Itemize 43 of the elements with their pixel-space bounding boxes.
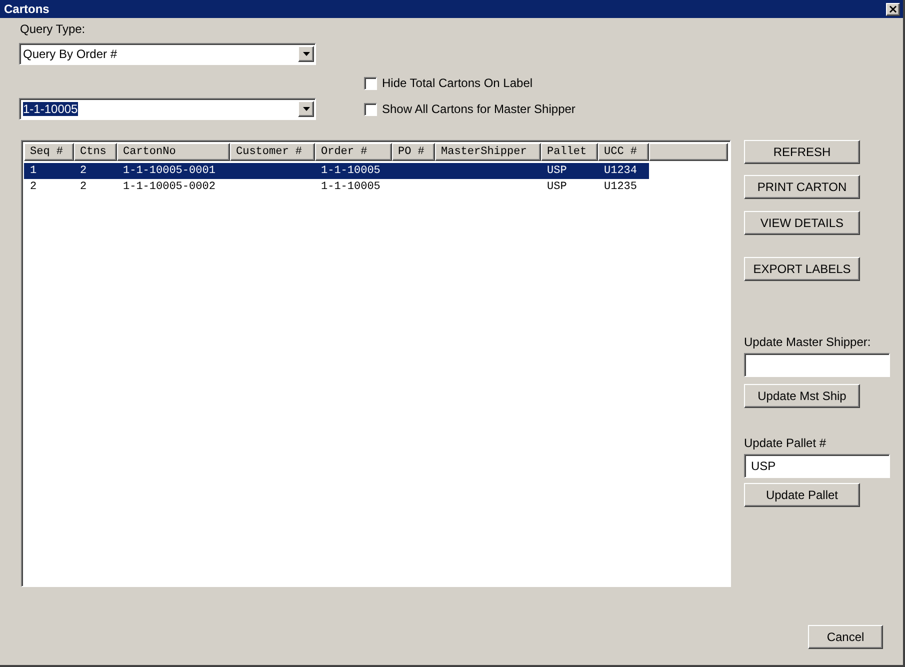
cancel-button[interactable]: Cancel: [808, 625, 883, 649]
view-details-button[interactable]: VIEW DETAILS: [744, 211, 860, 235]
table-cell-text: 2: [29, 181, 38, 193]
pallet-label: Update Pallet #: [744, 436, 828, 450]
table-cell-text: USP: [546, 181, 568, 193]
column-header[interactable]: MasterShipper: [435, 143, 541, 161]
column-header[interactable]: Ctns: [74, 143, 117, 161]
table-cell-text: 1-1-10005-0001: [122, 165, 216, 177]
column-header[interactable]: CartonNo: [117, 143, 230, 161]
column-header[interactable]: Order #: [315, 143, 392, 161]
query-type-label: Query Type:: [20, 22, 86, 36]
master-shipper-label: Update Master Shipper:: [744, 335, 872, 349]
column-header[interactable]: Pallet: [541, 143, 598, 161]
close-button[interactable]: ×: [886, 2, 900, 16]
checkbox-label: Show All Cartons for Master Shipper: [382, 102, 576, 116]
table-cell-text: 2: [79, 165, 88, 177]
table-cell-text: 1-1-10005-0002: [122, 181, 216, 193]
window-title: Cartons: [4, 2, 50, 16]
table-row[interactable]: 1 2 1-1-10005-0001 1-1-10005 USP U1234: [24, 163, 649, 179]
table-cell-text: U1234: [603, 165, 638, 177]
table-row[interactable]: 2 2 1-1-10005-0002 1-1-10005 USP U1235: [24, 179, 649, 195]
column-header[interactable]: Customer #: [230, 143, 315, 161]
print-carton-button[interactable]: PRINT CARTON: [744, 175, 860, 199]
master-shipper-field[interactable]: [744, 353, 890, 377]
export-labels-button[interactable]: EXPORT LABELS: [744, 257, 860, 281]
table-cell-text: 1-1-10005: [320, 181, 382, 193]
table-cell-text: 2: [79, 181, 88, 193]
table-cell-text: 1: [29, 165, 38, 177]
order-dropdown[interactable]: 1-1-10005: [19, 98, 316, 120]
update-master-shipper-button[interactable]: Update Mst Ship: [744, 384, 860, 408]
table-cell-text: USP: [546, 165, 568, 177]
checkbox-label: Hide Total Cartons On Label: [382, 76, 533, 90]
column-header[interactable]: UCC #: [598, 143, 649, 161]
column-header[interactable]: PO #: [392, 143, 435, 161]
query-type-dropdown[interactable]: Query By Order #: [19, 43, 316, 65]
table-cell-text: U1235: [603, 181, 638, 193]
table-cell-text: 1-1-10005: [320, 165, 382, 177]
checkbox[interactable]: [364, 76, 377, 90]
column-header[interactable]: Seq #: [24, 143, 74, 161]
update-pallet-button[interactable]: Update Pallet: [744, 483, 860, 507]
checkbox[interactable]: [364, 102, 377, 116]
refresh-button[interactable]: REFRESH: [744, 140, 860, 164]
pallet-field[interactable]: USP: [744, 454, 890, 478]
